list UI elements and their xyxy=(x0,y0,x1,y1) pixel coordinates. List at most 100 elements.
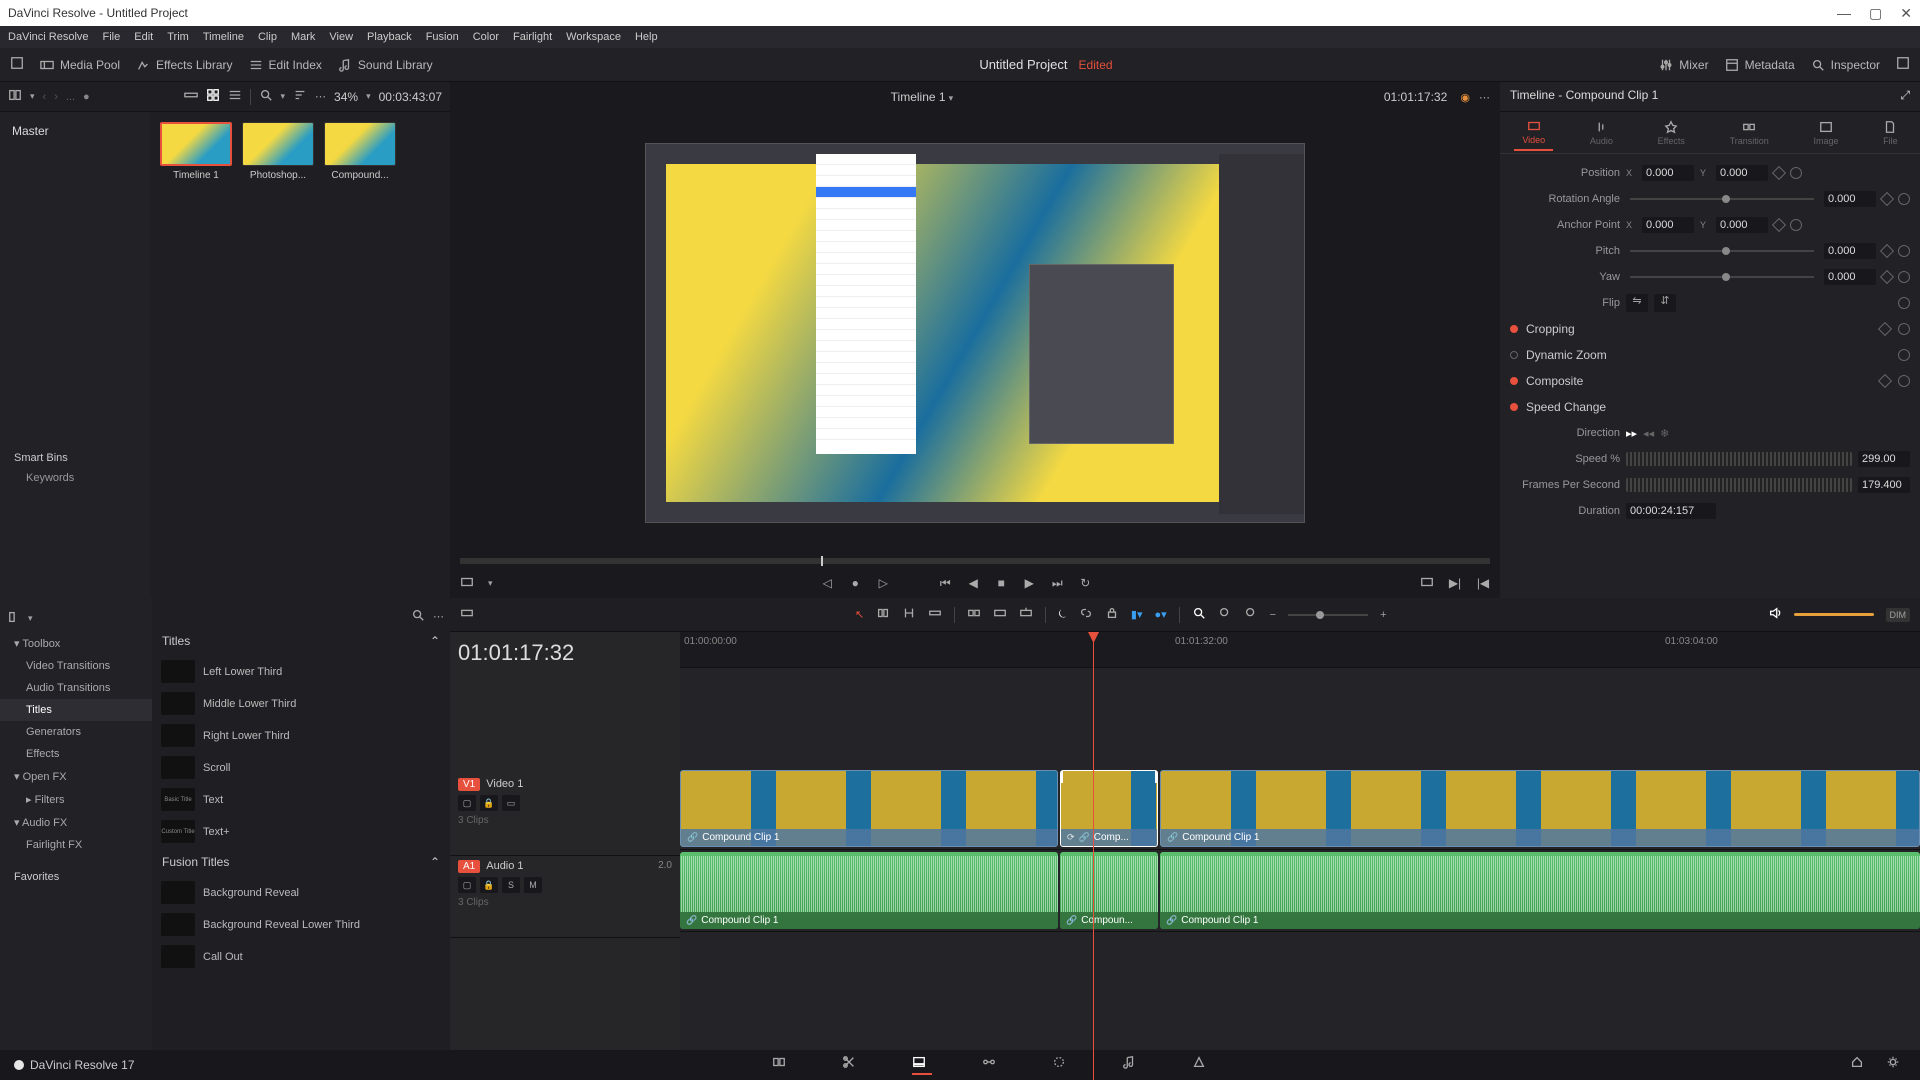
audio-clip-2[interactable]: 🔗Compoun... xyxy=(1060,852,1158,929)
fusion-call-out[interactable]: Call Out xyxy=(158,942,444,971)
tree-filters[interactable]: ▸ Filters xyxy=(0,788,152,811)
video-clip-1[interactable]: 🔗Compound Clip 1 xyxy=(680,770,1058,847)
yaw-slider[interactable] xyxy=(1630,276,1814,278)
blade-tool-icon[interactable] xyxy=(928,606,942,623)
thumb-view-icon[interactable] xyxy=(206,88,220,105)
smart-bin-keywords[interactable]: Keywords xyxy=(14,468,136,488)
window-minimize-button[interactable]: — xyxy=(1837,5,1851,22)
fps-input[interactable]: 179.400 xyxy=(1858,477,1910,493)
category-titles[interactable]: Titles⌃ xyxy=(158,628,444,654)
menu-view[interactable]: View xyxy=(329,31,353,43)
position-x-input[interactable]: 0.000 xyxy=(1642,165,1694,181)
composite-section[interactable]: Composite xyxy=(1510,368,1910,394)
reset-icon[interactable] xyxy=(1790,167,1802,179)
lock-a-icon[interactable]: 🔒 xyxy=(480,877,498,893)
next-marker-icon[interactable]: ▷ xyxy=(876,576,890,590)
speed-thumbwheel[interactable] xyxy=(1626,452,1852,466)
inspector-tab-file[interactable]: File xyxy=(1875,116,1906,150)
auto-select-icon[interactable]: ▢ xyxy=(458,795,476,811)
audio-track-header[interactable]: A1Audio 12.0 ▢🔒SM 3 Clips xyxy=(450,856,680,938)
zoom-search-icon[interactable] xyxy=(1192,606,1206,623)
flip-v-button[interactable]: ⇵ xyxy=(1654,294,1676,312)
tree-fairlightfx[interactable]: Fairlight FX xyxy=(0,834,152,856)
viewer-more-icon[interactable]: ⋯ xyxy=(1479,92,1490,104)
smart-bins-header[interactable]: Smart Bins xyxy=(14,448,136,468)
speed-change-section[interactable]: Speed Change xyxy=(1510,394,1910,420)
arrow-tool-icon[interactable]: ↖ xyxy=(855,608,864,621)
tl-view-icon[interactable] xyxy=(460,606,474,623)
anchor-x-input[interactable]: 0.000 xyxy=(1642,217,1694,233)
window-close-button[interactable]: ✕ xyxy=(1900,5,1912,22)
color-icon[interactable]: ◉ xyxy=(1460,92,1470,104)
fairlight-page-button[interactable] xyxy=(1122,1055,1142,1075)
metadata-toggle[interactable]: Metadata xyxy=(1725,58,1795,72)
zoom-slider[interactable] xyxy=(1288,614,1368,616)
position-y-input[interactable]: 0.000 xyxy=(1716,165,1768,181)
video-clip-3[interactable]: 🔗Compound Clip 1 xyxy=(1160,770,1920,847)
marker-icon[interactable]: ●▾ xyxy=(1154,608,1166,621)
timeline-timecode[interactable]: 01:01:17:32 xyxy=(450,640,592,666)
effects-library-toggle[interactable]: Effects Library xyxy=(136,58,232,72)
video-track-header[interactable]: V1Video 1 ▢🔒▭ 3 Clips xyxy=(450,774,680,856)
media-page-button[interactable] xyxy=(772,1055,792,1075)
overwrite-icon[interactable] xyxy=(993,606,1007,623)
color-page-button[interactable] xyxy=(1052,1055,1072,1075)
category-fusion-titles[interactable]: Fusion Titles⌃ xyxy=(158,849,444,875)
prev-marker-icon[interactable]: ◁ xyxy=(820,576,834,590)
title-middle-lower-third[interactable]: Middle Lower Third xyxy=(158,689,444,718)
link-icon[interactable] xyxy=(1079,606,1093,623)
eff-search-icon[interactable] xyxy=(411,608,425,625)
tree-favorites[interactable]: Favorites xyxy=(0,866,152,888)
menu-playback[interactable]: Playback xyxy=(367,31,412,43)
snap-icon[interactable]: ⏾ xyxy=(1058,608,1067,621)
inspector-expand-icon[interactable]: ⤢ xyxy=(1900,88,1910,103)
window-maximize-button[interactable]: ▢ xyxy=(1869,5,1882,22)
list-view-icon[interactable] xyxy=(228,88,242,105)
replace-icon[interactable] xyxy=(1019,606,1033,623)
menu-trim[interactable]: Trim xyxy=(167,31,189,43)
dyntrim-tool-icon[interactable] xyxy=(902,606,916,623)
sound-library-toggle[interactable]: Sound Library xyxy=(338,58,433,72)
audio-clip-3[interactable]: 🔗Compound Clip 1 xyxy=(1160,852,1920,929)
pitch-input[interactable]: 0.000 xyxy=(1824,243,1876,259)
duration-input[interactable]: 00:00:24:157 xyxy=(1626,503,1716,519)
timeline-playhead[interactable] xyxy=(1093,632,1094,1080)
marker-dot-icon[interactable]: ● xyxy=(848,576,862,590)
title-text-plus[interactable]: Custom TitleText+ xyxy=(158,817,444,846)
cut-page-button[interactable] xyxy=(842,1055,862,1075)
mixer-toggle[interactable]: Mixer xyxy=(1659,58,1708,72)
keyframe-icon[interactable] xyxy=(1772,166,1786,180)
prev-edit-icon[interactable]: |◀ xyxy=(1476,576,1490,590)
lock-icon[interactable] xyxy=(1105,606,1119,623)
menu-help[interactable]: Help xyxy=(635,31,658,43)
pitch-slider[interactable] xyxy=(1630,250,1814,252)
title-left-lower-third[interactable]: Left Lower Third xyxy=(158,657,444,686)
record-icon[interactable]: ● xyxy=(83,91,90,103)
audio-clip-1[interactable]: 🔗Compound Clip 1 xyxy=(680,852,1058,929)
menu-timeline[interactable]: Timeline xyxy=(203,31,244,43)
menu-file[interactable]: File xyxy=(103,31,121,43)
auto-select-a-icon[interactable]: ▢ xyxy=(458,877,476,893)
match-frame-icon[interactable] xyxy=(1420,575,1434,592)
edit-index-toggle[interactable]: Edit Index xyxy=(249,58,322,72)
title-text[interactable]: Basic TitleText xyxy=(158,785,444,814)
tree-titles[interactable]: Titles xyxy=(0,699,152,721)
yaw-input[interactable]: 0.000 xyxy=(1824,269,1876,285)
tree-audiofx[interactable]: ▾ Audio FX xyxy=(0,811,152,834)
play-button[interactable]: ▶ xyxy=(1022,576,1036,590)
zoom-out-button[interactable]: − xyxy=(1270,609,1276,621)
inspector-toggle[interactable]: Inspector xyxy=(1811,58,1880,72)
menu-clip[interactable]: Clip xyxy=(258,31,277,43)
zoom-2-icon[interactable] xyxy=(1244,606,1258,623)
mute-button[interactable]: M xyxy=(524,877,542,893)
eff-more-icon[interactable]: ⋯ xyxy=(433,610,444,623)
insert-icon[interactable] xyxy=(967,606,981,623)
clip-thumb-compound[interactable]: Compound... xyxy=(324,122,396,181)
flip-h-button[interactable]: ⇋ xyxy=(1626,294,1648,312)
direction-fwd-button[interactable]: ▸▸ xyxy=(1626,427,1637,440)
chevron-down-icon[interactable]: ▾ xyxy=(30,91,35,102)
nav-back-icon[interactable]: ‹ xyxy=(43,91,47,103)
fullscreen-icon[interactable] xyxy=(10,56,24,73)
stop-button[interactable]: ■ xyxy=(994,576,1008,590)
next-edit-icon[interactable]: ▶| xyxy=(1448,576,1462,590)
